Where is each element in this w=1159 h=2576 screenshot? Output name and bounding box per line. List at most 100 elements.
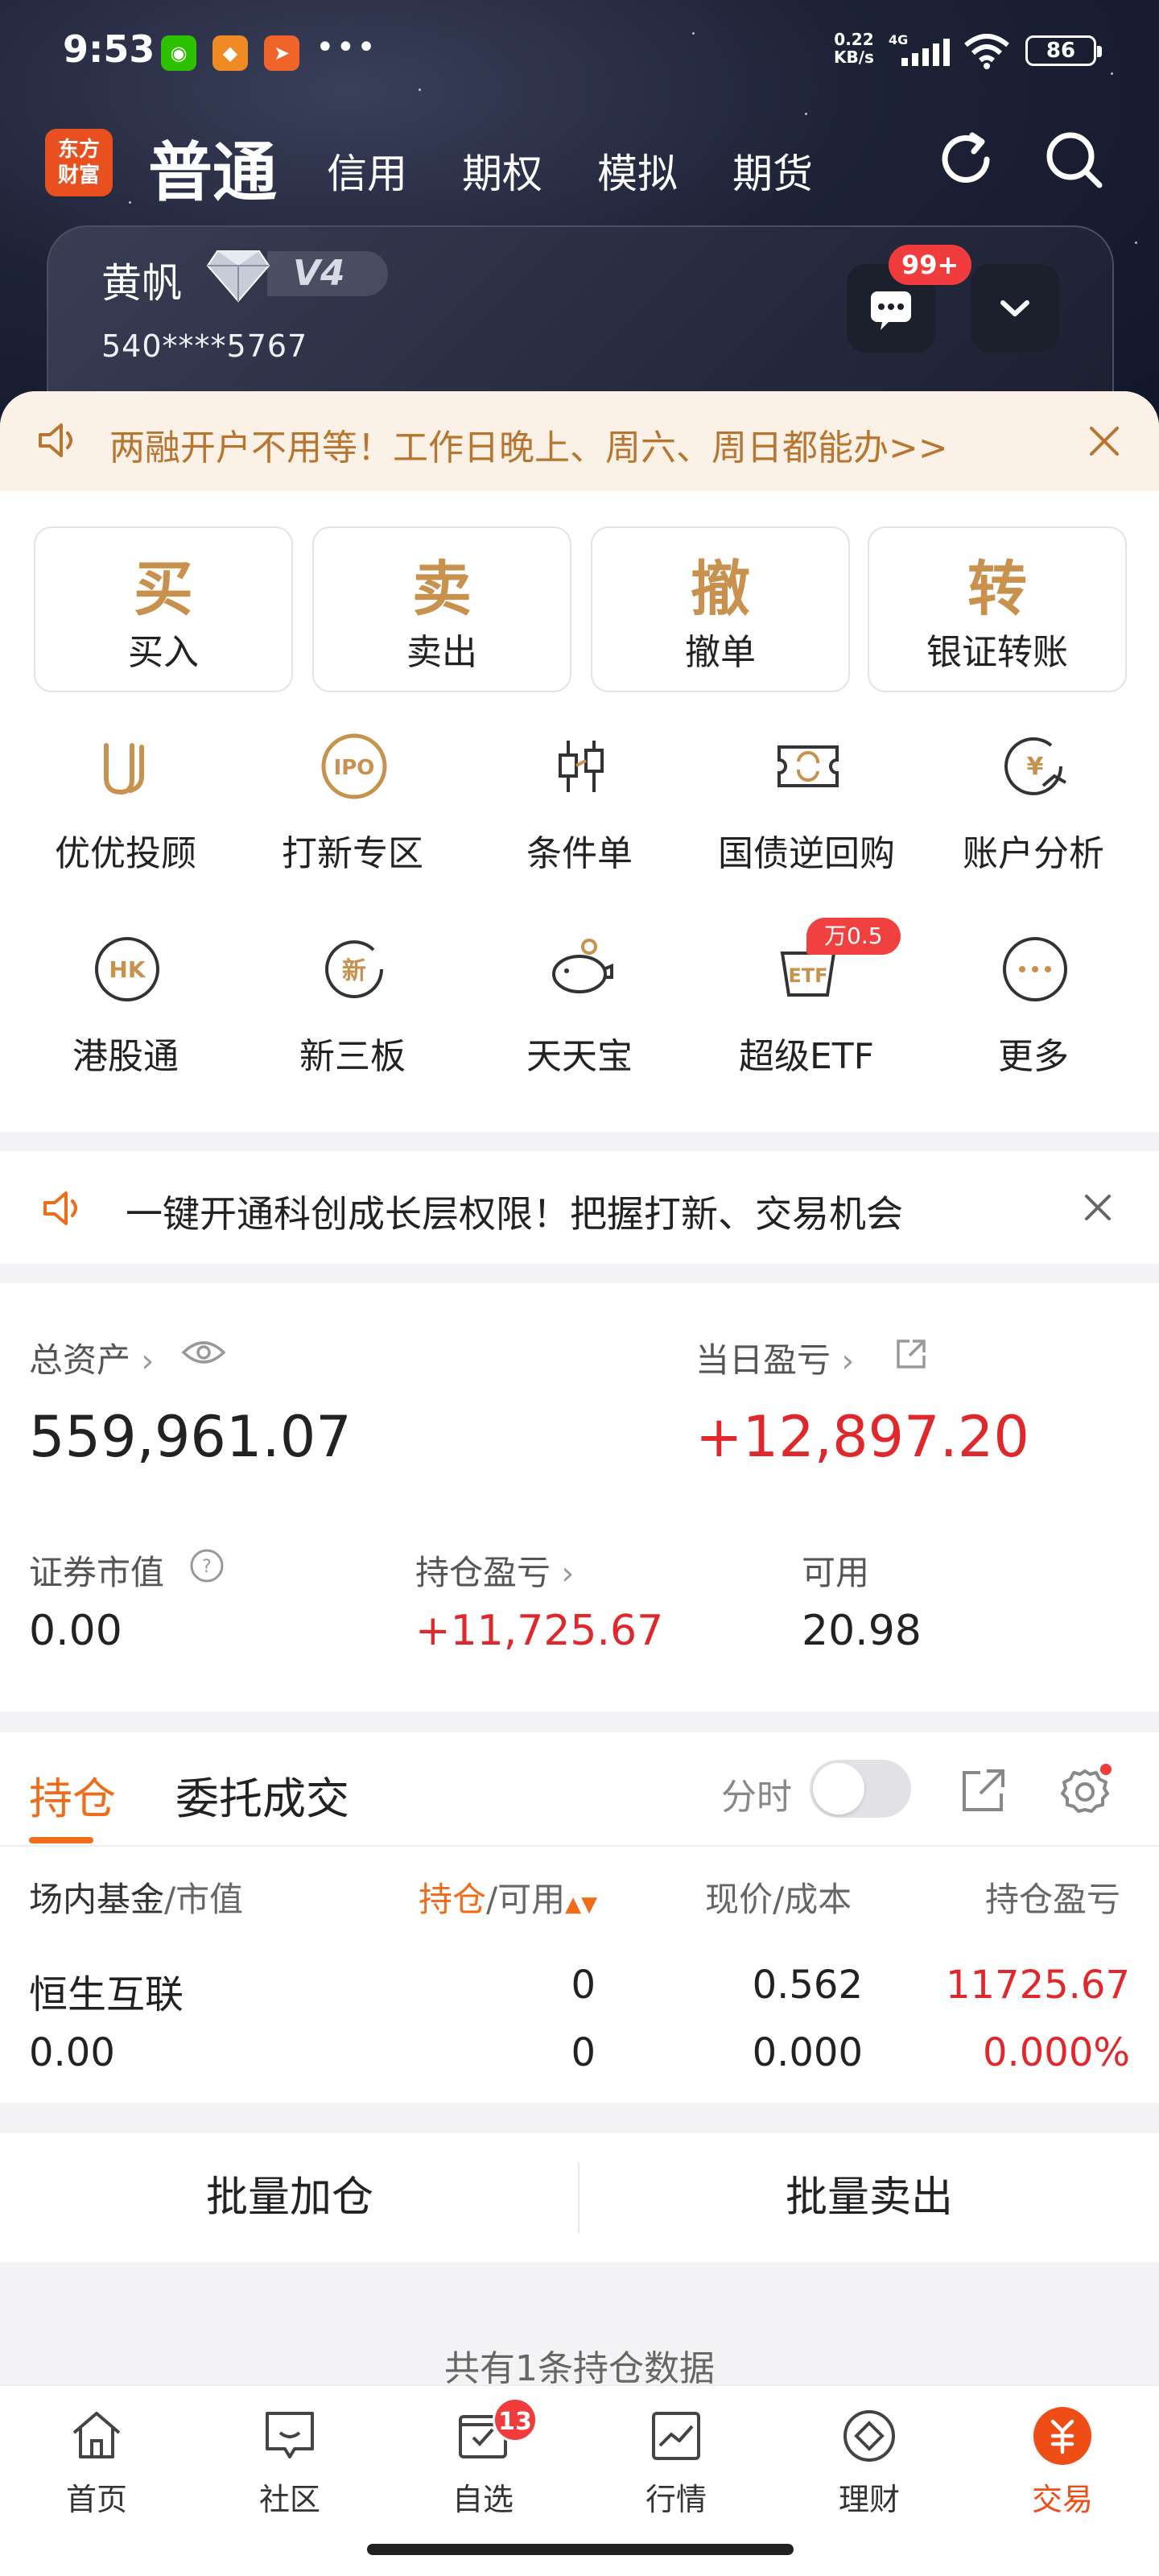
func-super-etf[interactable]: ETF 超级ETF	[694, 932, 919, 1093]
func-label: 账户分析	[963, 833, 1104, 874]
neeq-icon-text: 新	[342, 957, 366, 985]
col-header-qty[interactable]: 持仓/可用▲▼	[419, 1872, 597, 1922]
func-bond-repo[interactable]: 国债逆回购	[694, 729, 919, 890]
col-header-name-sub: /市值	[164, 1880, 244, 1919]
chevron-right-icon: ›	[141, 1343, 155, 1380]
tab-normal[interactable]: 普通	[148, 121, 277, 214]
tab-label: 自选	[452, 2482, 514, 2517]
svg-text:?: ?	[202, 1557, 212, 1577]
func-neeq[interactable]: 新 新三板	[240, 932, 465, 1093]
holding-qty: 0	[571, 1963, 596, 2008]
eye-icon[interactable]	[180, 1336, 227, 1368]
cancel-glyph: 撤	[691, 555, 750, 624]
chevron-right-icon: ›	[561, 1555, 575, 1592]
wechat-icon: ◉	[161, 35, 196, 71]
tab-market[interactable]: 行情	[580, 2405, 773, 2519]
tab-home[interactable]: 首页	[0, 2405, 193, 2519]
account-switch-button[interactable]	[971, 264, 1059, 353]
func-label: 天天宝	[526, 1036, 633, 1077]
tab-options[interactable]: 期权	[462, 142, 542, 200]
func-uu-advisor[interactable]: 优优投顾	[13, 729, 238, 890]
cancel-label: 撤单	[685, 632, 756, 673]
active-tab-indicator	[29, 1837, 93, 1843]
batch-add-button[interactable]: 批量加仓	[0, 2133, 580, 2262]
func-label: 超级ETF	[739, 1036, 874, 1077]
col-header-name[interactable]: 场内基金/市值	[29, 1872, 243, 1922]
account-number: 540****5767	[101, 328, 308, 364]
message-count-badge: 99+	[889, 245, 972, 285]
holding-pl: 11725.67	[945, 1963, 1130, 2008]
total-assets-label-text: 总资产	[29, 1340, 131, 1380]
divider	[0, 1845, 1159, 1847]
batch-actions: 批量加仓 批量卖出	[0, 2133, 1159, 2262]
chevron-down-icon	[1000, 300, 1029, 316]
func-label: 新三板	[299, 1036, 406, 1077]
func-ipo[interactable]: IPO 打新专区	[240, 729, 465, 890]
tab-futures[interactable]: 期货	[732, 142, 813, 200]
header-background: 9:53 ◉ ◆ ➤ ••• 0.22 KB/s 4G 86 东方 财富 普通 …	[0, 0, 1159, 451]
holdings-count-note: 共有1条持仓数据	[444, 2348, 715, 2389]
net-speed: 0.22 KB/s	[834, 30, 874, 67]
share-icon[interactable]	[958, 1765, 1009, 1816]
func-account-analysis[interactable]: ¥ 账户分析	[921, 729, 1146, 890]
settings-icon[interactable]	[1056, 1761, 1114, 1819]
position-pl-label[interactable]: 持仓盈亏 ›	[415, 1546, 574, 1595]
tab-label: 社区	[258, 2482, 320, 2517]
neeq-icon: 新	[325, 940, 383, 999]
external-link-icon[interactable]	[893, 1336, 929, 1372]
func-condition-order[interactable]: 条件单	[467, 729, 692, 890]
status-bar: 9:53 ◉ ◆ ➤ ••• 0.22 KB/s 4G 86	[0, 0, 1159, 105]
holding-price: 0.562	[752, 1963, 863, 2008]
diamond-icon	[206, 250, 270, 303]
tab-simulation[interactable]: 模拟	[597, 142, 678, 200]
search-icon[interactable]	[1040, 126, 1107, 193]
tab-trade[interactable]: 交易	[966, 2405, 1159, 2519]
refresh-icon[interactable]	[932, 126, 1000, 193]
asset-summary: 总资产 › 559,961.07 当日盈亏 › +12,897.20 证券市值 …	[0, 1283, 1159, 1711]
uu-advisor-icon	[104, 743, 144, 795]
col-header-price[interactable]: 现价/成本	[705, 1872, 852, 1922]
func-more[interactable]: 更多	[921, 932, 1146, 1093]
market-value-label-text: 证券市值	[29, 1553, 165, 1592]
shield-app-icon: ◆	[212, 35, 248, 71]
account-type-nav: 东方 财富 普通 信用 期权 模拟 期货	[0, 121, 1159, 210]
transfer-label: 银证转账	[926, 632, 1068, 673]
close-icon[interactable]	[1080, 1190, 1116, 1225]
status-time: 9:53	[63, 27, 155, 71]
col-header-pl[interactable]: 持仓盈亏	[985, 1872, 1146, 1922]
tab-wealth[interactable]: 理财	[773, 2405, 966, 2519]
intraday-label: 分时	[721, 1777, 792, 1818]
tab-community[interactable]: 社区	[193, 2405, 386, 2519]
sell-label: 卖出	[406, 632, 477, 673]
ipo-icon-text: IPO	[334, 756, 375, 780]
tab-credit[interactable]: 信用	[327, 142, 407, 200]
tab-orders-trades[interactable]: 委托成交	[175, 1763, 349, 1827]
market-value: 0.00	[29, 1607, 122, 1655]
margin-notice-bar[interactable]: 两融开户不用等！工作日晚上、周六、周日都能办>>	[0, 391, 1159, 491]
vip-level-badge: V4	[267, 251, 388, 296]
more-icon	[1003, 937, 1067, 1001]
bank-transfer-button[interactable]: 转 银证转账	[868, 526, 1127, 692]
close-icon[interactable]	[1087, 423, 1122, 459]
tab-watchlist[interactable]: 自选 13	[386, 2397, 580, 2519]
total-assets-label[interactable]: 总资产 ›	[29, 1333, 154, 1382]
func-hk-connect[interactable]: HK 港股通	[13, 932, 238, 1093]
help-icon[interactable]: ?	[188, 1547, 225, 1584]
daily-pl-label[interactable]: 当日盈亏 ›	[695, 1333, 854, 1382]
holdings-panel: 持仓 委托成交 分时 场内基金/市值 持仓/可用▲▼ 现价/成本 持仓盈亏 恒生…	[0, 1732, 1159, 2103]
func-tiantianbao[interactable]: 天天宝	[467, 932, 692, 1093]
cancel-order-button[interactable]: 撤 撤单	[591, 526, 850, 692]
speaker-icon	[39, 423, 72, 457]
tab-holdings[interactable]: 持仓	[29, 1763, 116, 1827]
star-market-notice-text[interactable]: 一键开通科创成长层权限！把握打新、交易机会	[126, 1185, 903, 1238]
buy-button[interactable]: 买 买入	[34, 526, 293, 692]
batch-sell-button[interactable]: 批量卖出	[580, 2133, 1159, 2262]
condition-order-icon	[559, 741, 604, 792]
account-name: 黄帆	[101, 260, 182, 307]
toggle-knob	[813, 1763, 864, 1814]
margin-notice-text[interactable]: 两融开户不用等！工作日晚上、周六、周日都能办>>	[109, 419, 948, 470]
star-market-notice-bar[interactable]: 一键开通科创成长层权限！把握打新、交易机会	[0, 1151, 1159, 1264]
yen-icon-text: ¥	[1027, 753, 1044, 781]
sell-button[interactable]: 卖 卖出	[312, 526, 571, 692]
intraday-toggle[interactable]	[810, 1760, 911, 1818]
